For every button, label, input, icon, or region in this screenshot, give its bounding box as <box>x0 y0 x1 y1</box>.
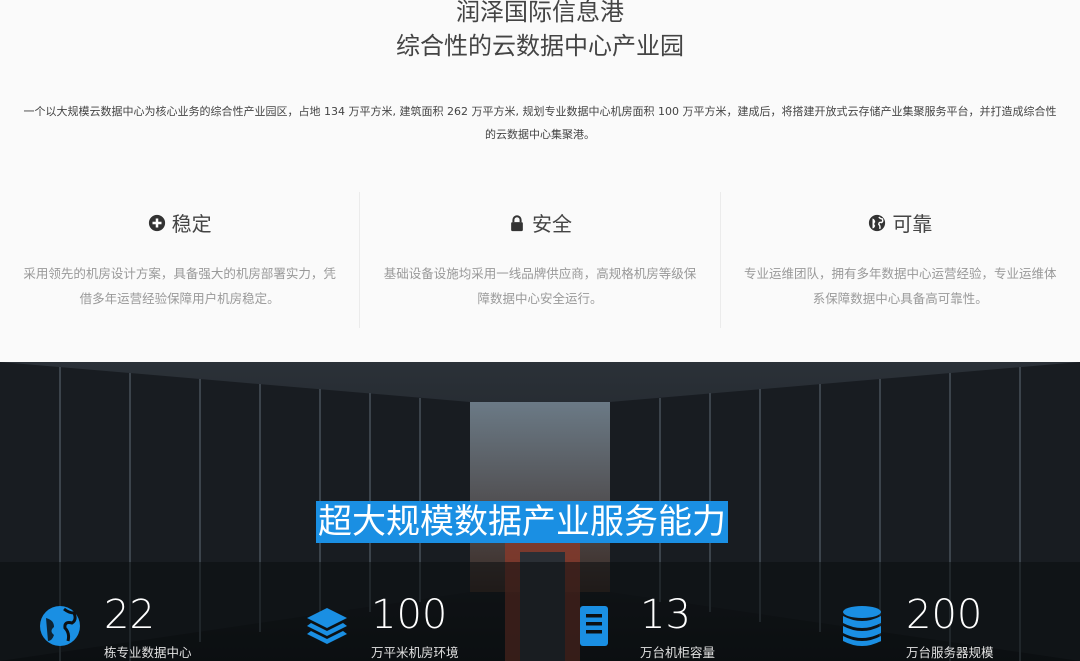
feature-title: 可靠 <box>892 212 933 236</box>
stat-number: 22 <box>104 592 155 638</box>
banner-title: 超大规模数据产业服务能力 <box>316 501 728 543</box>
feature-description: 采用领先的机房设计方案，具备强大的机房部署实力，凭借多年运营经验保障用户机房稳定… <box>23 266 336 306</box>
stat-label: 万平米机房环境 <box>371 645 459 660</box>
globe-icon <box>869 214 886 231</box>
feature-description: 专业运维团队，拥有多年数据中心运营经验，专业运维体系保障数据中心具备高可靠性。 <box>744 266 1057 306</box>
feature-stable: 稳定 采用领先的机房设计方案，具备强大的机房部署实力，凭借多年运营经验保障用户机… <box>0 192 359 328</box>
stat-number: 13 <box>640 592 691 638</box>
stat-label: 栋专业数据中心 <box>104 645 192 660</box>
database-icon <box>843 606 881 646</box>
intro-section: 润泽国际信息港 综合性的云数据中心产业园 一个以大规模云数据中心为核心业务的综合… <box>0 0 1080 362</box>
feature-reliable: 可靠 专业运维团队，拥有多年数据中心运营经验，专业运维体系保障数据中心具备高可靠… <box>719 192 1080 328</box>
feature-list: 稳定 采用领先的机房设计方案，具备强大的机房部署实力，凭借多年运营经验保障用户机… <box>0 192 1080 328</box>
feature-secure: 安全 基础设备设施均采用一线品牌供应商，高规格机房等级保障数据中心安全运行。 <box>359 192 719 328</box>
feature-description: 基础设备设施均采用一线品牌供应商，高规格机房等级保障数据中心安全运行。 <box>383 266 697 306</box>
layers-icon <box>307 608 347 644</box>
capability-banner: 超大规模数据产业服务能力 22 栋专业数据中心 100 万平米机房环境 13 万… <box>0 362 1080 661</box>
lock-icon <box>511 214 523 231</box>
stat-label: 万台服务器规模 <box>906 645 994 660</box>
globe-icon <box>40 606 80 646</box>
page-title: 润泽国际信息港 <box>456 0 624 26</box>
server-cabinet-icon <box>580 606 608 646</box>
stat-number: 200 <box>906 592 983 638</box>
page-subtitle: 综合性的云数据中心产业园 <box>396 32 684 60</box>
intro-paragraph: 一个以大规模云数据中心为核心业务的综合性产业园区，占地 134 万平方米, 建筑… <box>23 105 1057 141</box>
stat-label: 万台机柜容量 <box>640 645 716 660</box>
feature-title: 安全 <box>531 212 572 236</box>
stat-number: 100 <box>371 592 448 638</box>
feature-title: 稳定 <box>171 212 212 236</box>
plus-circle-icon <box>148 214 165 231</box>
